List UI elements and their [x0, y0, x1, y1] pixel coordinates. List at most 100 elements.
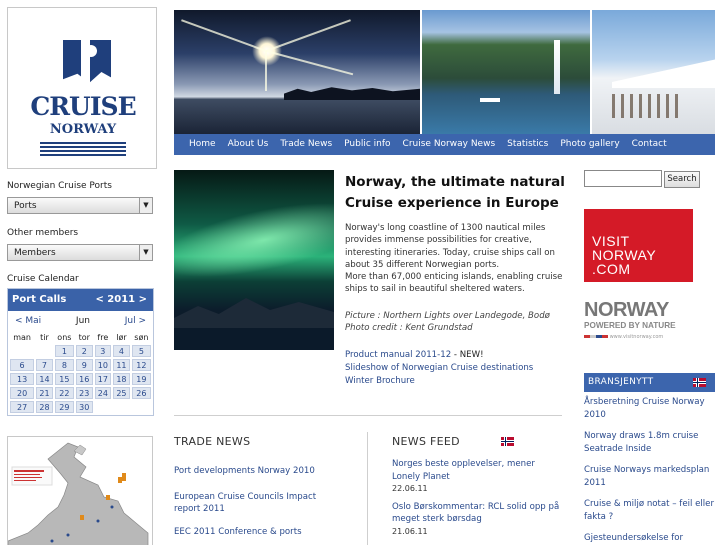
calendar-day[interactable]: 21: [36, 387, 53, 399]
caption-picture: Picture : Northern Lights over Landegode…: [345, 311, 550, 321]
bransjenytt-item[interactable]: Cruise Norways markedsplan 2011: [584, 465, 709, 488]
northern-lights-photo: [174, 170, 334, 350]
news-feed-heading: NEWS FEED: [392, 435, 460, 448]
weekday-header: tor: [78, 332, 90, 342]
calendar-day[interactable]: 1: [54, 345, 74, 357]
trade-news-heading: TRADE NEWS: [174, 435, 251, 448]
calendar-week-row: 12345: [10, 345, 151, 357]
calendar-day[interactable]: 7: [36, 359, 53, 371]
ports-label: Norwegian Cruise Ports: [7, 181, 112, 191]
visit-line-3: .COM: [592, 261, 631, 277]
calendar-week-row: 20 21 22 23 24 25 26: [10, 387, 151, 399]
calendar-week-row: 6 7 8 9 10 11 12: [10, 359, 151, 371]
calendar-day[interactable]: 5: [131, 345, 151, 357]
port-calls-calendar: Port Calls < 2011 > < Mai Jun Jul > man t…: [7, 288, 154, 416]
calendar-day[interactable]: 4: [113, 345, 130, 357]
members-select[interactable]: Members ▼: [7, 244, 153, 261]
calendar-day[interactable]: 11: [113, 359, 130, 371]
nav-public-info[interactable]: Public info: [338, 134, 396, 155]
trade-news-item[interactable]: EEC 2011 Conference & ports: [174, 527, 302, 537]
prev-month-link[interactable]: < Mai: [15, 316, 41, 326]
calendar-day[interactable]: 27: [10, 401, 35, 413]
nav-statistics[interactable]: Statistics: [501, 134, 554, 155]
calendar-day[interactable]: 12: [131, 359, 151, 371]
nav-home[interactable]: Home: [183, 134, 222, 155]
logo-waves: [40, 142, 126, 156]
calendar-day[interactable]: 24: [94, 387, 112, 399]
chevron-down-icon: ▼: [139, 245, 152, 260]
nbn-title: NORWAY: [584, 299, 669, 321]
calendar-year-nav[interactable]: < 2011 >: [95, 294, 147, 305]
calendar-day[interactable]: 16: [75, 373, 93, 385]
calendar-day[interactable]: 17: [94, 373, 112, 385]
calendar-day[interactable]: 8: [54, 359, 74, 371]
calendar-grid: man tir ons tor fre lør søn 1 2 3 4 5 6 7 8 9 10 11 12 13 1…: [8, 329, 153, 415]
norway-powered-by-nature-banner[interactable]: NORWAY POWERED BY NATURE www.visitnorway…: [584, 299, 689, 349]
product-manual-link[interactable]: Product manual 2011-12: [345, 350, 451, 360]
calendar-day[interactable]: 25: [113, 387, 130, 399]
column-divider: [367, 432, 368, 545]
calendar-day[interactable]: 20: [10, 387, 35, 399]
news-feed-item[interactable]: Oslo Børskommentar: RCL solid opp på meg…: [392, 502, 559, 525]
calendar-header: Port Calls < 2011 >: [8, 289, 153, 311]
left-sidebar: CRUISE NORWAY Norwegian Cruise Ports Por…: [0, 0, 166, 545]
current-month: Jun: [75, 316, 90, 326]
nav-photo-gallery[interactable]: Photo gallery: [554, 134, 625, 155]
members-label: Other members: [7, 228, 79, 238]
calendar-day[interactable]: 13: [10, 373, 35, 385]
norway-ports-map[interactable]: [7, 436, 153, 545]
calendar-day[interactable]: 28: [36, 401, 53, 413]
winter-brochure-link[interactable]: Winter Brochure: [345, 376, 415, 386]
ports-select[interactable]: Ports ▼: [7, 197, 153, 214]
fjord-photo: [422, 10, 590, 134]
opera-house-photo: [592, 10, 715, 134]
map-graphic: [8, 442, 149, 545]
bransjenytt-item[interactable]: Norway draws 1.8m cruise Seatrade Inside: [584, 431, 698, 454]
calendar-day[interactable]: 3: [94, 345, 112, 357]
calendar-day[interactable]: 15: [54, 373, 74, 385]
next-month-link[interactable]: Jul >: [125, 316, 146, 326]
intro-paragraph-1: Norway's long coastline of 1300 nautical…: [345, 223, 555, 270]
cruise-norway-logo[interactable]: CRUISE NORWAY: [7, 7, 157, 169]
bransjenytt-item[interactable]: Gjesteundersøkelse for: [584, 533, 683, 543]
new-badge: - NEW!: [451, 350, 484, 360]
bransjenytt-item[interactable]: Årsberetning Cruise Norway 2010: [584, 397, 705, 420]
nav-cruise-norway-news[interactable]: Cruise Norway News: [397, 134, 502, 155]
nav-trade-news[interactable]: Trade News: [274, 134, 338, 155]
calendar-day[interactable]: 18: [113, 373, 130, 385]
trade-news-item[interactable]: European Cruise Councils Impact report 2…: [174, 492, 316, 515]
calendar-day[interactable]: 22: [54, 387, 74, 399]
trade-news-item[interactable]: Port developments Norway 2010: [174, 466, 315, 476]
visit-line-1: VISIT: [592, 233, 630, 249]
bransjenytt-list: Årsberetning Cruise Norway 2010 Norway d…: [584, 396, 715, 545]
calendar-empty-cell: [113, 401, 130, 413]
calendar-day[interactable]: 26: [131, 387, 151, 399]
calendar-empty-cell: [95, 401, 112, 413]
main-navigation: Home About Us Trade News Public info Cru…: [174, 134, 715, 155]
calendar-day[interactable]: 10: [94, 359, 112, 371]
calendar-day[interactable]: 9: [75, 359, 93, 371]
bransjenytt-item[interactable]: Cruise & miljø notat – feil eller fakta …: [584, 499, 714, 522]
search-button[interactable]: Search: [664, 171, 700, 188]
news-feed-item[interactable]: Norges beste opplevelser, mener Lonely P…: [392, 459, 535, 482]
calendar-day[interactable]: 6: [10, 359, 35, 371]
slideshow-link[interactable]: Slideshow of Norwegian Cruise destinatio…: [345, 363, 533, 373]
calendar-day[interactable]: 2: [75, 345, 93, 357]
nav-about-us[interactable]: About Us: [222, 134, 275, 155]
photo-caption: Picture : Northern Lights over Landegode…: [345, 310, 565, 335]
nav-contact[interactable]: Contact: [626, 134, 673, 155]
calendar-day[interactable]: 14: [36, 373, 53, 385]
calendar-day[interactable]: 29: [54, 401, 74, 413]
search-input[interactable]: [584, 170, 662, 187]
weekday-header: fre: [97, 332, 109, 342]
logo-flag-emblem: [63, 40, 111, 90]
visit-norway-banner[interactable]: VISIT NORWAY .COM: [584, 209, 693, 282]
calendar-day[interactable]: 23: [75, 387, 93, 399]
intro-paragraph-2: More than 67,000 enticing islands, enabl…: [345, 272, 563, 295]
calendar-day[interactable]: 19: [131, 373, 151, 385]
calendar-title: Port Calls: [12, 294, 67, 305]
visit-line-2: NORWAY: [592, 247, 657, 263]
weekday-header: man: [13, 332, 31, 342]
midnight-sun-photo: [174, 10, 420, 134]
calendar-day[interactable]: 30: [75, 401, 93, 413]
